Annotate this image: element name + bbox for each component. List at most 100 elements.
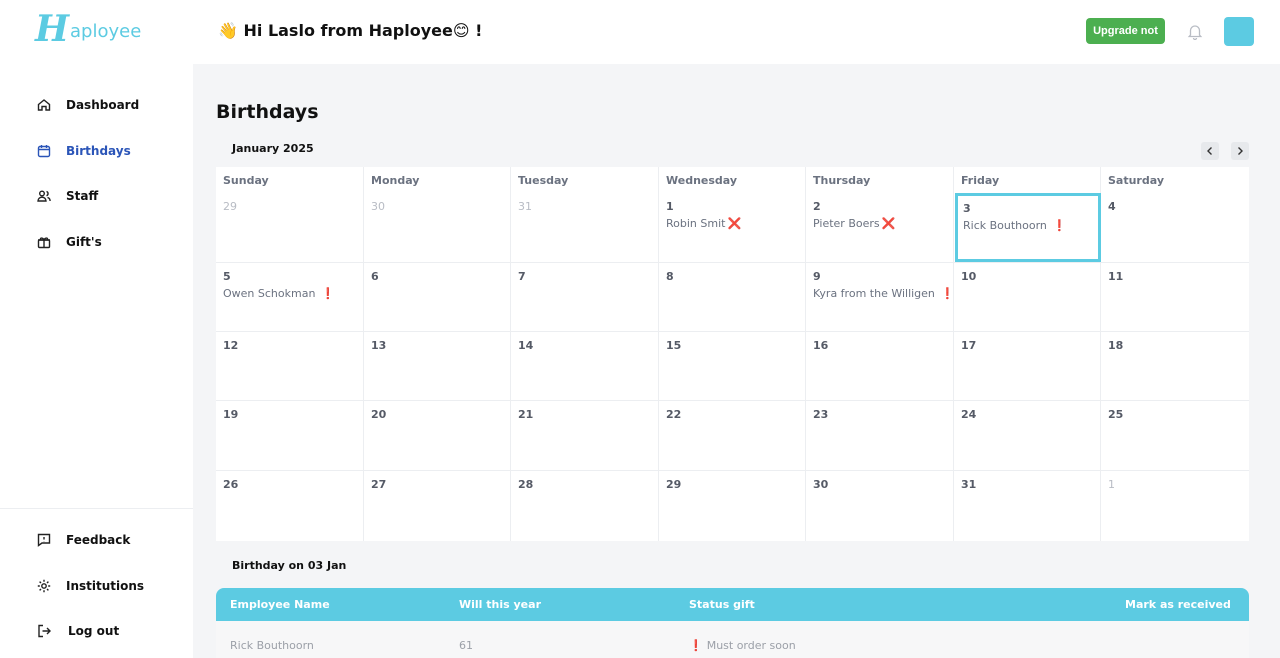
sidebar-item-dashboard[interactable]: Dashboard [0,90,193,120]
calendar-day-cell[interactable]: 17 [954,332,1102,402]
calendar-day-cell[interactable]: 31 [954,471,1102,541]
birthday-event-name: Owen Schokman [223,287,316,300]
calendar-day-cell[interactable]: 29 [216,193,364,263]
upgrade-button[interactable]: Upgrade not [1086,18,1165,44]
calendar-day-cell[interactable]: 20 [364,401,512,471]
calendar-day-cell[interactable]: 13 [364,332,512,402]
calendar-day-cell[interactable]: 26 [216,471,364,541]
sidebar-item-label: Institutions [66,579,145,593]
birthday-event-name: Kyra from the Willigen [813,287,935,300]
sidebar-item-label: Log out [68,624,120,638]
calendar-day-cell[interactable]: 1 Robin Smit ❌ [659,193,807,263]
sidebar-item-logout[interactable]: Log out [0,616,193,646]
birthday-event[interactable]: Robin Smit ❌ [666,217,741,231]
calendar-day-cell[interactable]: 28 [511,471,659,541]
calendar-day-cell[interactable]: 19 [216,401,364,471]
day-number: 23 [813,408,829,421]
calendar-day-cell[interactable]: 12 [216,332,364,402]
calendar-day-cell[interactable]: 6 [364,263,512,333]
sidebar-item-institutions[interactable]: Institutions [0,571,193,601]
day-number: 29 [223,200,237,213]
sidebar-item-label: Staff [66,189,99,203]
table-row[interactable]: Rick Bouthoorn 61 ❗ Must order soon [216,621,1249,658]
sidebar-item-gifts[interactable]: Gift's [0,227,193,257]
calendar-day-cell[interactable]: 18 [1101,332,1249,402]
employee-name-cell: Rick Bouthoorn [230,639,314,652]
day-number: 13 [371,339,387,352]
calendar-day-cell[interactable]: 31 [511,193,659,263]
weekday-label: Sunday [223,174,269,187]
calendar-day-cell[interactable]: 21 [511,401,659,471]
calendar-day-cell[interactable]: 30 [806,471,954,541]
calendar-day-cell[interactable]: 15 [659,332,807,402]
day-number: 28 [518,478,534,491]
weekday-label: Saturday [1108,174,1164,187]
calendar-day-cell[interactable]: 22 [659,401,807,471]
chevron-right-icon [1238,147,1243,155]
birthday-event[interactable]: Kyra from the Willigen ❗ [813,287,955,301]
calendar-day-cell[interactable]: 25 [1101,401,1249,471]
calendar-day-cell[interactable]: 10 [954,263,1102,333]
sidebar-item-feedback[interactable]: Feedback [0,525,193,555]
calendar-icon [37,145,51,158]
calendar-day-cell[interactable]: 27 [364,471,512,541]
sidebar-divider [0,508,193,509]
calendar-day-cell[interactable]: 29 [659,471,807,541]
weekday-label: Monday [371,174,420,187]
calendar-day-cell[interactable]: 23 [806,401,954,471]
calendar-day-cell[interactable]: 7 [511,263,659,333]
haployee-logo[interactable]: H aployee [35,11,141,47]
calendar-day-cell[interactable]: 9 Kyra from the Willigen ❗ [806,263,955,333]
day-number: 16 [813,339,829,352]
calendar-day-cell[interactable]: 11 [1101,263,1249,333]
day-number: 2 [813,200,821,213]
birthday-event[interactable]: Owen Schokman ❗ [223,287,335,301]
calendar-day-cell[interactable]: 30 [364,193,512,263]
birthday-event[interactable]: Rick Bouthoorn ❗ [963,219,1067,233]
calendar-day-cell[interactable]: 4 [1101,193,1249,263]
logout-icon [38,624,51,638]
calendar-day-cell[interactable]: 14 [511,332,659,402]
calendar-day-cell[interactable]: 1 [1101,471,1249,541]
day-number: 30 [371,200,385,213]
feedback-icon [37,533,51,547]
weekday-label: Tuesday [518,174,569,187]
calendar-day-cell[interactable]: 3 Rick Bouthoorn ❗ [954,193,1102,263]
prev-month-button[interactable] [1201,142,1219,160]
cross-icon: ❌ [727,217,742,230]
gift-icon [37,237,51,249]
calendar-grid: Sunday Monday Tuesday Wednesday Thursday Frid… [216,167,1249,541]
alert-icon: ❗ [321,287,336,300]
alert-icon: ❗ [689,639,703,652]
sidebar-item-birthdays[interactable]: Birthdays [0,136,193,166]
table-header: Employee Name Will this year Status gift… [216,588,1249,621]
day-number: 22 [666,408,682,421]
calendar-day-cell[interactable]: 8 [659,263,807,333]
birthday-table-title: Birthday on 03 Jan [232,559,347,572]
birthday-event-name: Pieter Boers [813,217,880,230]
day-number: 31 [961,478,977,491]
day-number: 6 [371,270,379,283]
day-number: 30 [813,478,829,491]
day-number: 5 [223,270,231,283]
day-number: 24 [961,408,977,421]
day-number: 21 [518,408,534,421]
calendar-day-cell[interactable]: 24 [954,401,1102,471]
day-number: 12 [223,339,239,352]
chevron-left-icon [1207,147,1212,155]
sidebar-item-label: Birthdays [66,144,131,158]
birthday-event[interactable]: Pieter Boers ❌ [813,217,895,231]
next-month-button[interactable] [1231,142,1249,160]
weekday-label: Wednesday [666,174,738,187]
calendar-day-cell[interactable]: 16 [806,332,954,402]
sidebar-item-staff[interactable]: Staff [0,181,193,211]
day-number: 1 [666,200,674,213]
avatar[interactable] [1224,17,1254,46]
day-number: 14 [518,339,534,352]
calendar-day-cell[interactable]: 5 Owen Schokman ❗ [216,263,364,333]
calendar-day-cell[interactable]: 2 Pieter Boers ❌ [806,193,954,263]
column-header-employee-name: Employee Name [230,598,330,611]
day-number: 27 [371,478,387,491]
day-number: 7 [518,270,526,283]
bell-icon[interactable] [1186,22,1204,40]
